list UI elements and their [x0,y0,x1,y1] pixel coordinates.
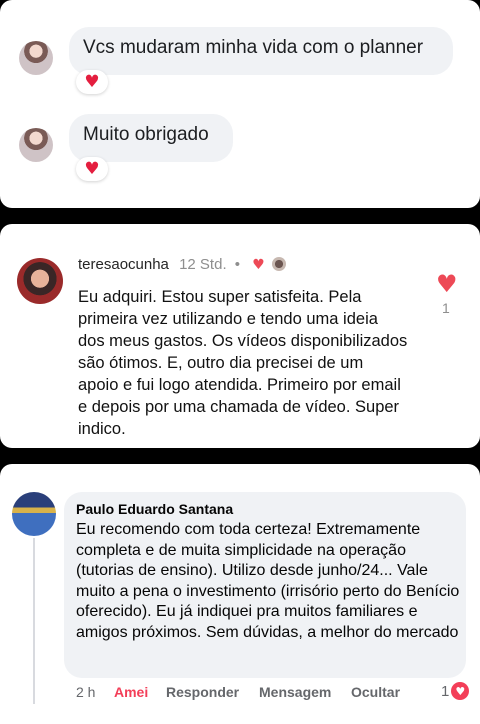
avatar[interactable] [17,258,63,304]
comment-text: Vcs mudaram minha vida com o planner [83,37,424,58]
reaction-badge[interactable]: ♥ [76,157,108,181]
love-button[interactable]: Amei [114,684,166,700]
avatar[interactable] [19,41,53,75]
reply-button[interactable]: Responder [166,684,259,700]
comment-actions: 2 h Amei Responder Mensagem Ocultar [76,684,400,700]
reaction-count: 1 [441,682,450,700]
avatar[interactable] [12,492,56,536]
username[interactable]: teresaocunha [78,256,169,273]
timestamp: 12 Std. [179,256,227,273]
heart-icon: ♥ [84,71,100,92]
comment-text: Eu adquiri. Estou super satisfeita. Pela… [78,288,408,438]
love-reaction-icon: ♥ [451,682,470,700]
comment-text: Eu recomendo com toda certeza! Extremame… [76,521,460,641]
comment-header: teresaocunha 12 Std. • ♥ [78,256,286,273]
hide-button[interactable]: Ocultar [351,684,400,700]
timestamp[interactable]: 2 h [76,684,114,700]
author-avatar-icon [271,257,286,271]
reaction-summary[interactable]: 1 ♥ [441,682,470,700]
author-liked-heart-icon: ♥ [252,257,265,273]
comment-text: Muito obrigado [83,124,209,145]
avatar[interactable] [19,128,53,162]
author-name[interactable]: Paulo Eduardo Santana [76,501,233,517]
message-button[interactable]: Mensagem [259,684,351,700]
separator: • [234,256,241,273]
comment-card-1: Vcs mudaram minha vida com o planner ♥ M… [0,0,480,208]
like-heart-icon[interactable]: ♥ [436,270,458,298]
heart-icon: ♥ [84,158,100,179]
comment-bubble[interactable]: Muito obrigado [69,114,233,162]
comment-bubble[interactable]: Vcs mudaram minha vida com o planner [69,27,453,75]
reaction-badge[interactable]: ♥ [76,70,108,94]
like-count: 1 [442,300,450,316]
thread-line [33,538,35,704]
